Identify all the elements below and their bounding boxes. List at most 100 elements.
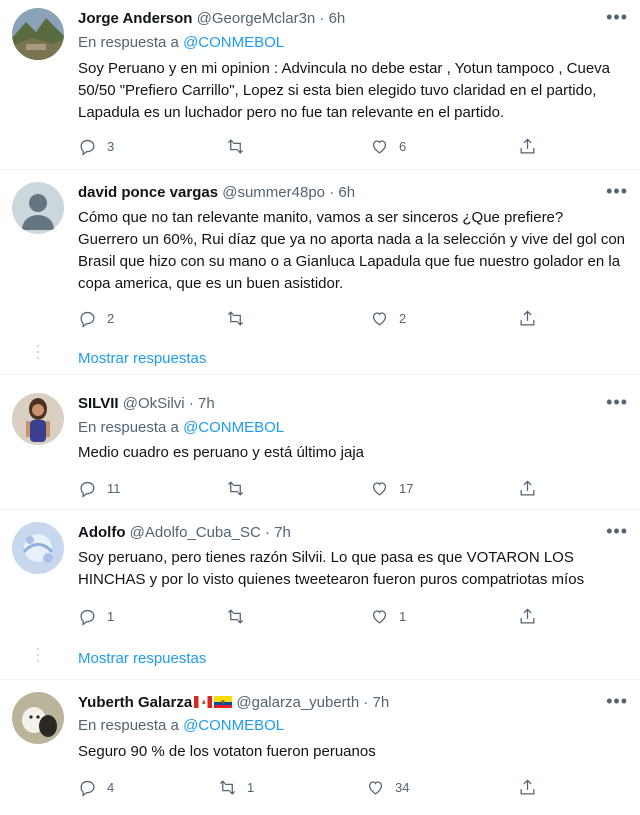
canada-flag-icon — [194, 696, 213, 708]
heart-icon — [372, 481, 387, 496]
show-replies-link[interactable]: Mostrar respuestas — [78, 350, 206, 367]
retweet-button[interactable] — [226, 478, 255, 498]
retweet-button[interactable] — [226, 308, 255, 328]
avatar[interactable] — [12, 8, 64, 60]
avatar-person-image — [12, 393, 64, 445]
share-icon — [520, 309, 535, 325]
thread-dots — [37, 345, 39, 363]
tweet-adolfo[interactable]: Adolfo @Adolfo_Cuba_SC · 7h ••• Soy peru… — [0, 510, 640, 680]
more-options-icon[interactable]: ••• — [606, 522, 628, 540]
more-options-icon[interactable]: ••• — [606, 8, 628, 26]
share-button[interactable] — [518, 606, 537, 626]
reply-prefix: En respuesta a — [78, 419, 179, 436]
ecuador-flag-icon — [214, 696, 233, 708]
like-count: 6 — [399, 138, 407, 154]
retweet-icon — [227, 608, 244, 624]
tweet-text: Soy peruano, pero tienes razón Silvii. L… — [78, 549, 585, 588]
like-count: 1 — [399, 608, 407, 624]
reply-icon — [80, 311, 95, 328]
reply-context: En respuesta a @CONMEBOL — [78, 717, 284, 734]
reply-button[interactable]: 3 — [78, 136, 114, 156]
author-handle[interactable]: @Adolfo_Cuba_SC — [130, 524, 261, 541]
tweet-text: Cómo que no tan relevante manito, vamos … — [78, 209, 626, 292]
share-button[interactable] — [518, 478, 537, 498]
author-name[interactable]: Adolfo — [78, 524, 125, 541]
reply-to-link[interactable]: @CONMEBOL — [183, 717, 284, 734]
thread-dots — [37, 648, 39, 666]
more-options-icon[interactable]: ••• — [606, 182, 628, 200]
like-count: 34 — [395, 779, 410, 795]
reply-context: En respuesta a @CONMEBOL — [78, 34, 284, 51]
reply-count: 11 — [107, 480, 121, 496]
like-button[interactable]: 17 — [370, 478, 413, 498]
retweet-button[interactable] — [226, 606, 255, 626]
author-name[interactable]: SILVII — [78, 395, 119, 412]
retweet-count: 1 — [247, 779, 255, 795]
like-button[interactable]: 6 — [370, 136, 406, 156]
tweet-header: Adolfo @Adolfo_Cuba_SC · 7h — [78, 524, 291, 541]
heart-icon — [368, 780, 383, 795]
author-handle[interactable]: @GeorgeMclar3n — [197, 10, 316, 27]
reply-icon — [80, 780, 95, 797]
like-button[interactable]: 2 — [370, 308, 406, 328]
author-name[interactable]: david ponce vargas — [78, 184, 218, 201]
reply-prefix: En respuesta a — [78, 717, 179, 734]
reply-button[interactable]: 1 — [78, 606, 114, 626]
timestamp[interactable]: 7h — [274, 524, 291, 541]
retweet-button[interactable]: 1 — [218, 777, 254, 797]
reply-button[interactable]: 4 — [78, 777, 114, 797]
share-button[interactable] — [518, 308, 537, 328]
reply-prefix: En respuesta a — [78, 34, 179, 51]
reply-button[interactable]: 11 — [78, 478, 121, 498]
default-avatar-icon — [12, 182, 64, 234]
timestamp[interactable]: 6h — [338, 184, 355, 201]
timestamp[interactable]: 7h — [373, 694, 390, 711]
show-replies-link[interactable]: Mostrar respuestas — [78, 650, 206, 667]
avatar[interactable] — [12, 393, 64, 445]
timestamp[interactable]: 6h — [329, 10, 346, 27]
retweet-button[interactable] — [226, 136, 255, 156]
author-handle[interactable]: @OkSilvi — [123, 395, 185, 412]
tweet-actions: 1 1 — [78, 606, 538, 626]
more-options-icon[interactable]: ••• — [606, 393, 628, 411]
retweet-icon — [227, 138, 244, 154]
reply-count: 1 — [107, 608, 115, 624]
tweet-yuberth-galarza[interactable]: Yuberth Galarza @galarza_yuberth · 7h ••… — [0, 680, 640, 815]
author-handle[interactable]: @galarza_yuberth — [236, 694, 359, 711]
reply-to-link[interactable]: @CONMEBOL — [183, 419, 284, 436]
tweet-jorge-anderson[interactable]: Jorge Anderson @GeorgeMclar3n · 6h ••• E… — [0, 0, 640, 170]
heart-icon — [372, 609, 387, 624]
tweet-header: Yuberth Galarza @galarza_yuberth · 7h — [78, 694, 389, 711]
like-count: 2 — [399, 310, 407, 326]
author-name[interactable]: Yuberth Galarza — [78, 694, 192, 711]
timestamp[interactable]: 7h — [198, 395, 215, 412]
tweet-header: Jorge Anderson @GeorgeMclar3n · 6h — [78, 10, 345, 27]
reply-button[interactable]: 2 — [78, 308, 114, 328]
avatar[interactable] — [12, 522, 64, 574]
share-button[interactable] — [518, 777, 537, 797]
avatar-mountain-image — [12, 8, 64, 60]
share-button[interactable] — [518, 136, 537, 156]
reply-context: En respuesta a @CONMEBOL — [78, 419, 284, 436]
heart-icon — [372, 311, 387, 326]
tweet-david-ponce-vargas[interactable]: david ponce vargas @summer48po · 6h ••• … — [0, 170, 640, 375]
tweet-actions: 11 17 — [78, 478, 538, 498]
avatar-dog-image — [12, 692, 64, 744]
tweet-silvii[interactable]: SILVII @OkSilvi · 7h ••• En respuesta a … — [0, 375, 640, 510]
like-button[interactable]: 34 — [366, 777, 409, 797]
share-icon — [520, 479, 535, 495]
avatar[interactable] — [12, 692, 64, 744]
tweet-actions: 2 2 — [78, 308, 538, 328]
more-options-icon[interactable]: ••• — [606, 692, 628, 710]
tweet-header: david ponce vargas @summer48po · 6h — [78, 184, 355, 201]
retweet-icon — [227, 480, 244, 496]
author-handle[interactable]: @summer48po — [222, 184, 325, 201]
retweet-icon — [227, 310, 244, 326]
like-button[interactable]: 1 — [370, 606, 406, 626]
avatar[interactable] — [12, 182, 64, 234]
reply-to-link[interactable]: @CONMEBOL — [183, 34, 284, 51]
author-name[interactable]: Jorge Anderson — [78, 10, 192, 27]
reply-count: 3 — [107, 138, 115, 154]
reply-count: 4 — [107, 779, 115, 795]
separator: · — [329, 184, 335, 201]
